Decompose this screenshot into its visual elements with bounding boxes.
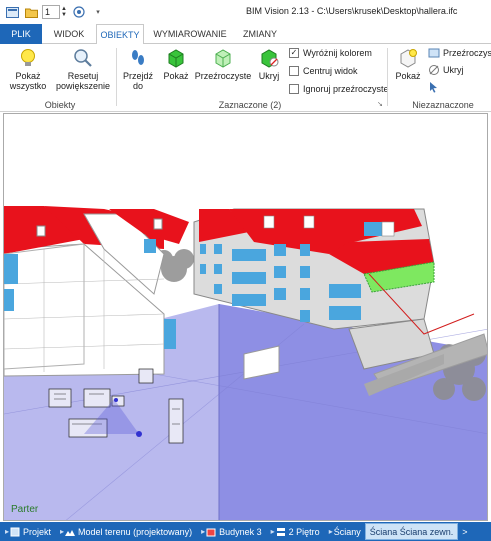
center-view-checkbox[interactable]: Centruj widok bbox=[289, 66, 358, 76]
magnifier-icon bbox=[74, 49, 92, 67]
checkbox-unchecked-icon bbox=[289, 66, 299, 76]
show-unselected-button[interactable]: Pokaż bbox=[393, 47, 423, 81]
group-label-obiekty: Obiekty bbox=[44, 100, 76, 110]
ignore-transparent-checkbox[interactable]: Ignoruj przeźroczyste bbox=[289, 84, 389, 94]
window-title: BIM Vision 2.13 - C:\Users\krusek\Deskto… bbox=[246, 6, 458, 16]
group-label-zaznaczone: Zaznaczone (2) bbox=[218, 100, 282, 110]
white-cube-icon bbox=[400, 49, 417, 68]
tab-obiekty[interactable]: OBIEKTY bbox=[96, 24, 144, 45]
show-all-button[interactable]: Pokaż wszystko bbox=[8, 47, 48, 91]
tab-wymiarowanie[interactable]: WYMIAROWANIE bbox=[150, 24, 230, 44]
ribbon-tab-row: PLIK WIDOK OBIEKTY WYMIAROWANIE ZMIANY bbox=[0, 24, 491, 45]
transparent-selected-button[interactable]: Przeźroczyste bbox=[195, 47, 251, 81]
storey-icon bbox=[276, 527, 285, 536]
open-folder-icon[interactable] bbox=[24, 5, 38, 19]
reset-zoom-button[interactable]: Resetuj powiększenie bbox=[54, 47, 112, 91]
stepper-arrows-icon[interactable]: ▲ ▼ bbox=[61, 6, 67, 18]
customize-quick-access-icon[interactable]: ▾ bbox=[91, 5, 105, 19]
dialog-launcher-icon[interactable]: ↘ bbox=[377, 100, 383, 108]
camera-target-marker[interactable] bbox=[114, 398, 118, 402]
transparent-cube-icon bbox=[215, 49, 231, 68]
hide-selected-button[interactable]: Ukryj bbox=[254, 47, 284, 81]
terrain-icon bbox=[65, 529, 76, 536]
project-icon bbox=[10, 527, 20, 536]
transparent-unselected-button[interactable]: Przeźroczyste bbox=[428, 47, 491, 59]
crumb-model-terenu[interactable]: ▸ Model terenu (projektowany) bbox=[55, 522, 196, 541]
checkbox-unchecked-icon bbox=[289, 84, 299, 94]
title-bar: 1 ▲ ▼ ▾ BIM Vision 2.13 - C:\Users\krusek… bbox=[0, 0, 491, 24]
group-label-niezaznaczone: Niezaznaczone bbox=[412, 100, 474, 110]
hide-cube-icon bbox=[261, 49, 279, 68]
app-icon bbox=[5, 5, 19, 19]
3d-scene[interactable] bbox=[4, 114, 488, 521]
green-cube-icon bbox=[168, 49, 184, 68]
breadcrumb-more-button[interactable]: > bbox=[458, 522, 471, 541]
camera-position-marker[interactable] bbox=[136, 431, 142, 437]
crumb-projekt[interactable]: ▸ Projekt bbox=[0, 522, 55, 541]
ribbon-panel: Pokaż wszystko Resetuj powiększenie Obie… bbox=[0, 44, 491, 112]
3d-viewport[interactable]: Parter bbox=[3, 113, 488, 521]
floor-label: Parter bbox=[11, 504, 39, 515]
left-building bbox=[4, 206, 189, 377]
breadcrumb: ▸ Projekt ▸ Model terenu (projektowany) … bbox=[0, 522, 491, 541]
lightbulb-icon bbox=[21, 49, 35, 66]
crumb-budynek[interactable]: ▸ Budynek 3 bbox=[196, 522, 266, 541]
group-separator bbox=[387, 48, 388, 106]
group-separator bbox=[116, 48, 117, 106]
tab-widok[interactable]: WIDOK bbox=[48, 24, 90, 44]
tab-zmiany[interactable]: ZMIANY bbox=[236, 24, 284, 44]
quick-access-stepper[interactable]: 1 bbox=[42, 5, 60, 19]
go-to-button[interactable]: Przejdź do bbox=[121, 47, 155, 91]
cursor-icon bbox=[430, 82, 437, 93]
checkbox-checked-icon: ✓ bbox=[289, 48, 299, 58]
transparent-small-icon bbox=[428, 48, 440, 58]
footsteps-icon bbox=[132, 50, 144, 65]
crumb-pietro[interactable]: ▸ 2 Piętro bbox=[266, 522, 324, 541]
target-icon[interactable] bbox=[72, 5, 86, 19]
cursor-pick-button[interactable] bbox=[428, 81, 443, 93]
show-selected-button[interactable]: Pokaż bbox=[159, 47, 193, 81]
highlight-color-checkbox[interactable]: ✓ Wyróżnij kolorem bbox=[289, 48, 372, 58]
hide-eye-icon bbox=[429, 65, 439, 75]
building-icon bbox=[206, 528, 216, 536]
crumb-sciany[interactable]: ▸ Ściany bbox=[324, 522, 365, 541]
crumb-sciana-selected[interactable]: Ściana Ściana zewn. bbox=[364, 523, 459, 540]
hide-unselected-button[interactable]: Ukryj bbox=[428, 64, 464, 76]
tab-plik[interactable]: PLIK bbox=[0, 24, 42, 44]
